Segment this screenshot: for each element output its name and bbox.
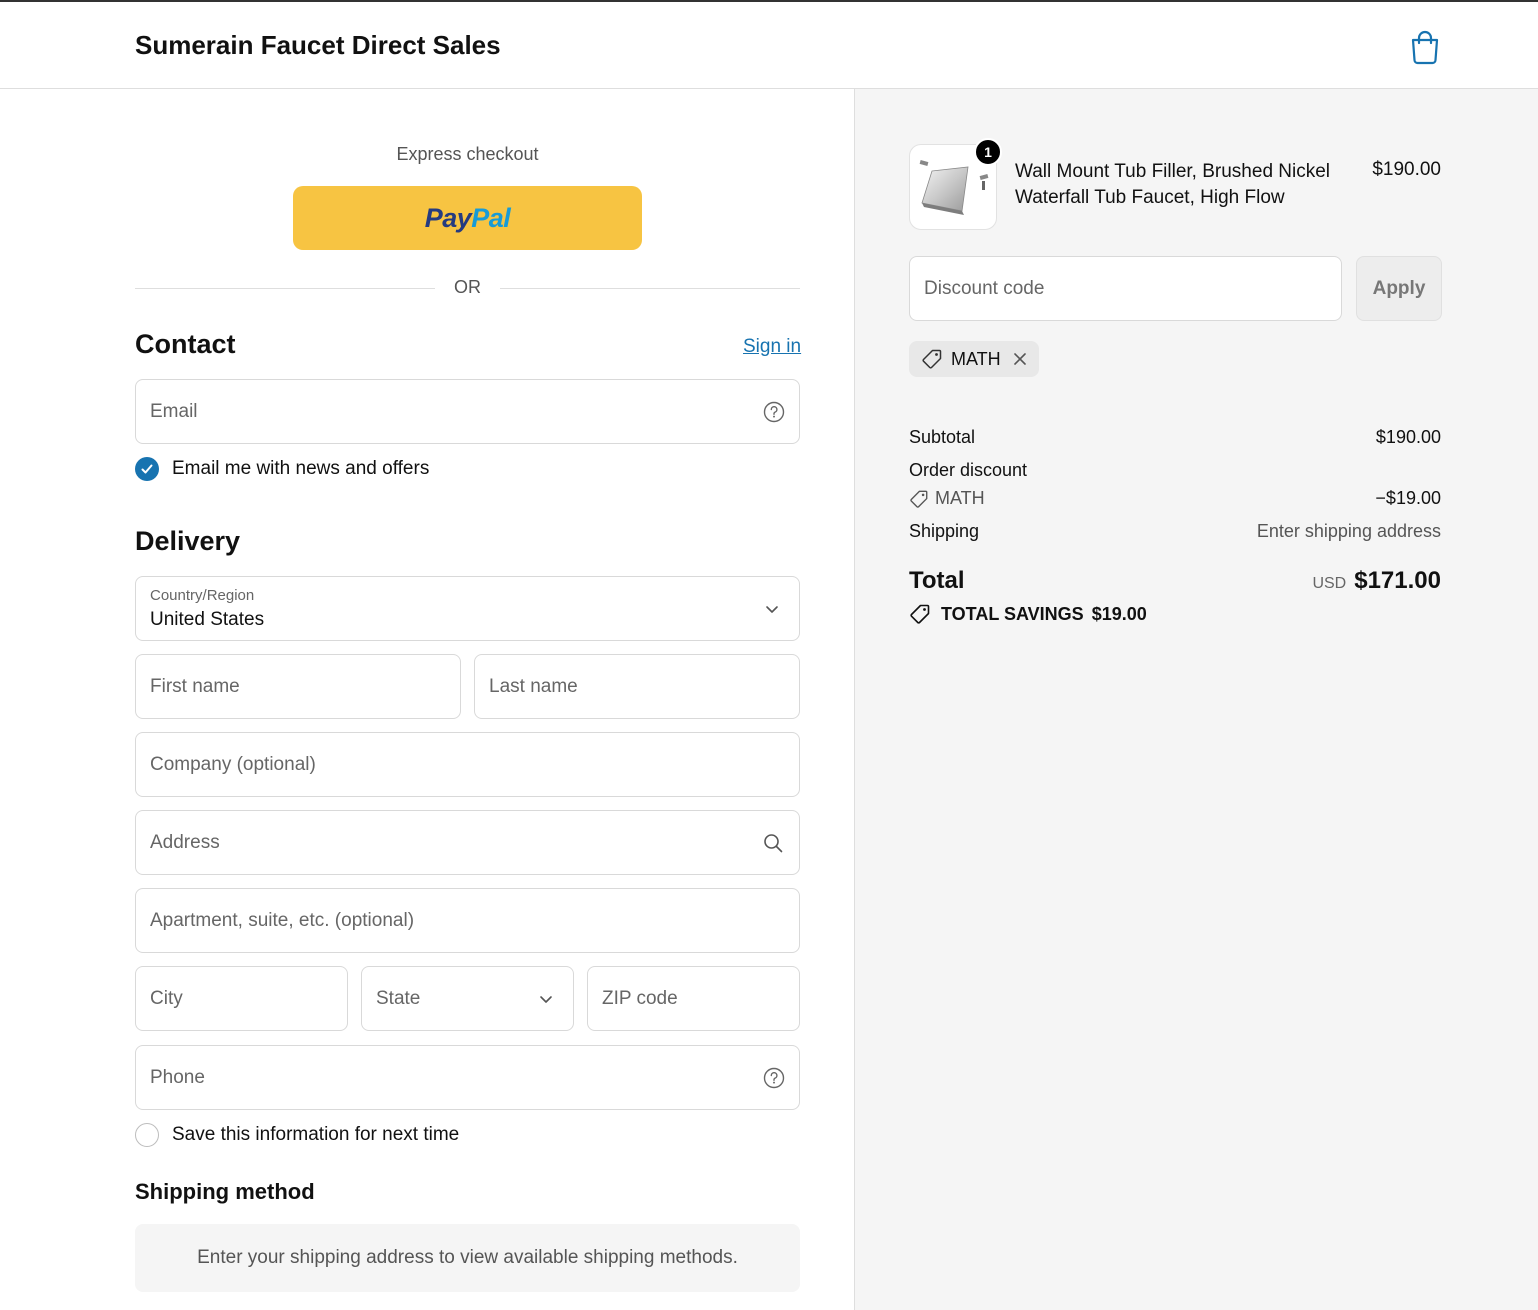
savings-value: $19.00 bbox=[1091, 603, 1147, 624]
shipping-method-message: Enter your shipping address to view avai… bbox=[135, 1224, 800, 1292]
currency-code: USD bbox=[1312, 575, 1347, 592]
shipping-label: Shipping bbox=[909, 521, 980, 541]
save-info-checkbox[interactable] bbox=[135, 1123, 159, 1147]
apartment-placeholder: Apartment, suite, etc. (optional) bbox=[150, 909, 415, 931]
savings-label: TOTAL SAVINGS bbox=[941, 603, 1084, 624]
country-select[interactable]: Country/Region United States bbox=[135, 576, 800, 641]
discount-code-input[interactable]: Discount code bbox=[909, 256, 1342, 321]
product-name: Wall Mount Tub Filler, Brushed Nickel Wa… bbox=[1015, 161, 1331, 208]
checkout-form: Express checkout PayPal OR Contact Sign … bbox=[0, 89, 854, 1310]
first-name-field[interactable]: First name bbox=[135, 654, 461, 719]
paypal-button[interactable]: PayPal bbox=[293, 186, 642, 250]
help-circle-icon[interactable] bbox=[763, 401, 785, 423]
checkmark-icon bbox=[141, 464, 153, 474]
tag-icon bbox=[910, 604, 930, 624]
country-value: United States bbox=[150, 609, 265, 630]
subtotal-label: Subtotal bbox=[909, 427, 976, 447]
company-placeholder: Company (optional) bbox=[150, 753, 316, 775]
email-field[interactable]: Email bbox=[135, 379, 800, 444]
last-name-field[interactable]: Last name bbox=[474, 654, 800, 719]
paypal-logo: PayPal bbox=[424, 202, 511, 233]
applied-code: MATH bbox=[951, 348, 1001, 369]
product-price: $190.00 bbox=[1372, 159, 1441, 180]
country-label: Country/Region bbox=[150, 587, 255, 604]
shipping-method-title: Shipping method bbox=[135, 1179, 315, 1204]
quantity-badge: 1 bbox=[974, 138, 1002, 166]
contact-title: Contact bbox=[135, 329, 236, 359]
tag-icon bbox=[910, 490, 928, 508]
total-amount: $171.00 bbox=[1354, 567, 1441, 594]
discount-code-row: MATH bbox=[909, 488, 985, 509]
newsletter-label: Email me with news and offers bbox=[172, 458, 430, 479]
save-info-checkbox-row[interactable]: Save this information for next time bbox=[135, 1123, 459, 1147]
close-icon[interactable] bbox=[1013, 352, 1027, 366]
address-placeholder: Address bbox=[150, 831, 220, 853]
shopping-bag-icon[interactable] bbox=[1408, 29, 1442, 65]
state-placeholder: State bbox=[376, 987, 421, 1009]
chevron-down-icon bbox=[540, 995, 552, 1003]
delivery-title: Delivery bbox=[135, 526, 241, 556]
search-icon bbox=[764, 833, 783, 852]
company-field[interactable]: Company (optional) bbox=[135, 732, 800, 797]
tag-icon bbox=[922, 349, 942, 369]
subtotal-value: $190.00 bbox=[1375, 427, 1441, 447]
newsletter-checkbox-row[interactable]: Email me with news and offers bbox=[135, 457, 429, 481]
discount-value: −$19.00 bbox=[1375, 488, 1441, 508]
applied-discount-chip: MATH bbox=[909, 341, 1039, 377]
discount-code: MATH bbox=[935, 488, 985, 508]
store-name[interactable]: Sumerain Faucet Direct Sales bbox=[135, 30, 501, 61]
last-name-placeholder: Last name bbox=[489, 675, 578, 697]
discount-placeholder: Discount code bbox=[924, 278, 1045, 299]
or-divider: OR bbox=[135, 277, 800, 301]
zip-placeholder: ZIP code bbox=[602, 987, 678, 1009]
express-checkout-label: Express checkout bbox=[396, 144, 539, 164]
state-select[interactable]: State bbox=[361, 966, 574, 1031]
city-field[interactable]: City bbox=[135, 966, 348, 1031]
first-name-placeholder: First name bbox=[150, 675, 240, 697]
phone-placeholder: Phone bbox=[150, 1066, 205, 1088]
apartment-field[interactable]: Apartment, suite, etc. (optional) bbox=[135, 888, 800, 953]
or-text: OR bbox=[454, 277, 481, 297]
phone-field[interactable]: Phone bbox=[135, 1045, 800, 1110]
shipping-method-text: Enter your shipping address to view avai… bbox=[197, 1247, 738, 1268]
site-header: Sumerain Faucet Direct Sales bbox=[0, 2, 1538, 89]
total-label: Total bbox=[909, 567, 965, 594]
newsletter-checkbox[interactable] bbox=[135, 457, 159, 481]
order-summary: 1 Wall Mount Tub Filler, Brushed Nickel … bbox=[854, 89, 1538, 1310]
address-field[interactable]: Address bbox=[135, 810, 800, 875]
total-savings: TOTAL SAVINGS $19.00 bbox=[909, 603, 1147, 625]
zip-field[interactable]: ZIP code bbox=[587, 966, 800, 1031]
shipping-value: Enter shipping address bbox=[1256, 521, 1441, 541]
order-discount-label: Order discount bbox=[909, 460, 1028, 480]
apply-button[interactable]: Apply bbox=[1356, 256, 1442, 321]
sign-in-link[interactable]: Sign in bbox=[743, 336, 801, 358]
help-circle-icon[interactable] bbox=[763, 1067, 785, 1089]
city-placeholder: City bbox=[150, 987, 183, 1009]
chevron-down-icon bbox=[766, 605, 778, 613]
total-value: USD $171.00 bbox=[1312, 567, 1441, 595]
email-placeholder: Email bbox=[150, 400, 198, 422]
save-info-label: Save this information for next time bbox=[172, 1124, 460, 1145]
